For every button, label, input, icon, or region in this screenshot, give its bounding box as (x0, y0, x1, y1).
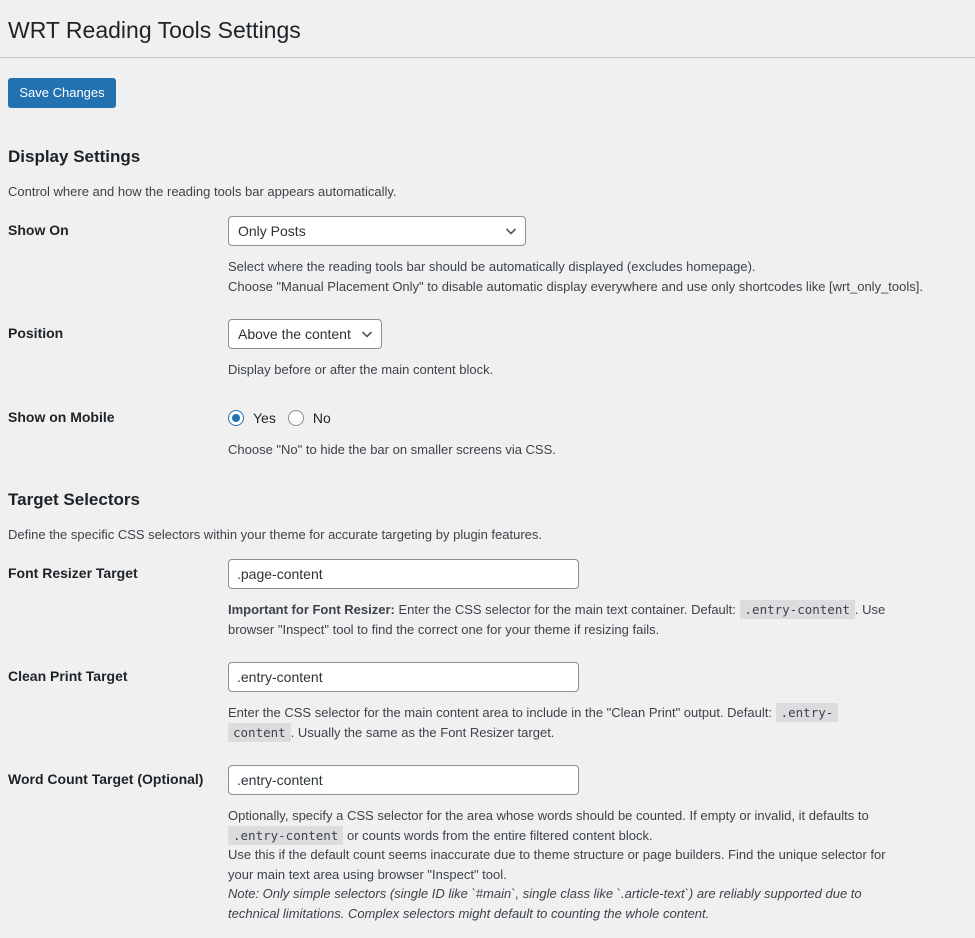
word-count-target-description: Optionally, specify a CSS selector for t… (228, 806, 886, 923)
font-resizer-desc-line2: browser "Inspect" tool to find the corre… (228, 621, 660, 637)
mobile-yes-label[interactable]: Yes (253, 410, 276, 426)
word-count-note-line2: technical limitations. Complex selectors… (228, 905, 710, 921)
position-description: Display before or after the main content… (228, 362, 494, 377)
save-changes-button[interactable]: Save Changes (8, 78, 116, 108)
word-count-target-input[interactable] (228, 765, 579, 795)
show-on-mobile-radio-group: Yes No (228, 408, 343, 428)
font-resizer-target-label: Font Resizer Target (8, 565, 138, 581)
chevron-down-icon (361, 331, 373, 338)
word-count-desc-line2: or counts words from the entire filtered… (343, 827, 653, 843)
show-on-description-line2: Choose "Manual Placement Only" to disabl… (228, 278, 923, 294)
mobile-no-radio[interactable] (287, 410, 304, 426)
target-selectors-description: Define the specific CSS selectors within… (8, 527, 542, 542)
clean-print-target-input[interactable] (228, 662, 579, 692)
font-resizer-desc-text: Enter the CSS selector for the main text… (394, 602, 740, 617)
page-title: WRT Reading Tools Settings (8, 17, 301, 43)
word-count-note-line1: Note: Only simple selectors (single ID l… (228, 886, 862, 901)
show-on-description: Select where the reading tools bar shoul… (228, 257, 923, 296)
word-count-target-label: Word Count Target (Optional) (8, 771, 204, 787)
font-resizer-important-text: Important for Font Resizer: (228, 602, 395, 617)
mobile-yes-radio[interactable] (228, 410, 244, 426)
header-divider (0, 57, 975, 58)
mobile-no-label[interactable]: No (313, 410, 331, 426)
default-selector-code: .entry-content (739, 600, 855, 619)
clean-print-target-description: Enter the CSS selector for the main cont… (228, 703, 839, 742)
display-settings-heading: Display Settings (8, 147, 141, 166)
font-resizer-desc-text-end: . Use (854, 602, 886, 617)
clean-print-desc-text-end: . Usually the same as the Font Resizer t… (290, 724, 555, 740)
word-count-desc-line3: Use this if the default count seems inac… (228, 847, 886, 862)
target-selectors-heading: Target Selectors (8, 490, 140, 509)
default-selector-code-part1: .entry- (775, 703, 839, 722)
clean-print-desc-text: Enter the CSS selector for the main cont… (228, 705, 776, 720)
clean-print-target-label: Clean Print Target (8, 668, 128, 684)
show-on-select[interactable]: Only Posts (228, 216, 526, 246)
position-label: Position (8, 325, 64, 341)
chevron-down-icon (505, 228, 517, 235)
show-on-mobile-description: Choose "No" to hide the bar on smaller s… (228, 442, 556, 457)
show-on-mobile-label: Show on Mobile (8, 409, 115, 425)
default-selector-code: .entry-content (228, 825, 344, 845)
font-resizer-target-input[interactable] (228, 559, 579, 589)
position-selected-value: Above the content (238, 326, 351, 342)
show-on-label: Show On (8, 222, 69, 238)
word-count-desc-line1: Optionally, specify a CSS selector for t… (228, 808, 869, 823)
default-selector-code-part2: content (228, 722, 291, 742)
show-on-description-line1: Select where the reading tools bar shoul… (228, 259, 756, 274)
font-resizer-target-description: Important for Font Resizer: Enter the CS… (228, 600, 885, 639)
display-settings-description: Control where and how the reading tools … (8, 184, 397, 199)
position-select[interactable]: Above the content (228, 319, 382, 349)
show-on-selected-value: Only Posts (238, 223, 306, 239)
word-count-desc-line4: your main text area using browser "Inspe… (228, 866, 507, 882)
